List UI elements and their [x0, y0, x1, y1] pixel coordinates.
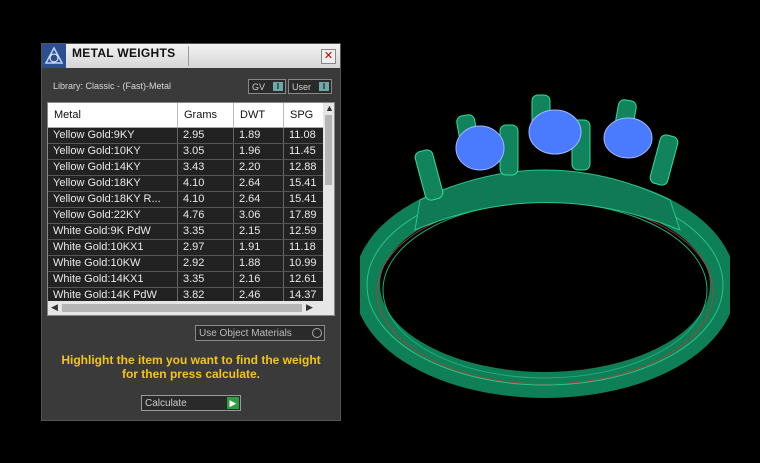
cell-grams: 3.35: [178, 224, 234, 239]
calculate-button[interactable]: Calculate ▶: [141, 395, 241, 411]
library-label: Library: Classic - (Fast)-Metal: [53, 81, 172, 91]
cell-grams: 4.76: [178, 208, 234, 223]
cell-dwt: 2.15: [234, 224, 284, 239]
radio-icon: [312, 328, 322, 338]
table-row[interactable]: Yellow Gold:18KY R... 4.10 2.64 15.41: [48, 192, 324, 208]
cell-spg: 15.41: [284, 192, 324, 207]
cell-spg: 17.89: [284, 208, 324, 223]
cell-grams: 3.43: [178, 160, 234, 175]
table-row[interactable]: White Gold:14KX1 3.35 2.16 12.61: [48, 272, 324, 288]
use-object-materials-toggle[interactable]: Use Object Materials: [195, 325, 325, 341]
cell-spg: 15.41: [284, 176, 324, 191]
cell-grams: 2.97: [178, 240, 234, 255]
cell-metal: Yellow Gold:14KY: [48, 160, 178, 175]
metal-weights-logo-icon: [42, 44, 66, 68]
cell-metal: Yellow Gold:18KY: [48, 176, 178, 191]
gv-toggle[interactable]: GV I: [248, 79, 286, 94]
table-row[interactable]: Yellow Gold:22KY 4.76 3.06 17.89: [48, 208, 324, 224]
cell-metal: White Gold:9K PdW: [48, 224, 178, 239]
cell-grams: 3.35: [178, 272, 234, 287]
cell-spg: 12.88: [284, 160, 324, 175]
table-row[interactable]: White Gold:9K PdW 3.35 2.15 12.59: [48, 224, 324, 240]
cell-metal: Yellow Gold:22KY: [48, 208, 178, 223]
title-bar[interactable]: METAL WEIGHTS ✕: [42, 44, 340, 68]
scroll-up-icon[interactable]: ▲: [325, 103, 334, 113]
user-toggle-label: User: [292, 82, 312, 92]
cell-grams: 2.92: [178, 256, 234, 271]
table-body: Yellow Gold:9KY 2.95 1.89 11.08 Yellow Gold:…: [48, 128, 324, 304]
cell-metal: Yellow Gold:10KY: [48, 144, 178, 159]
cell-grams: 4.10: [178, 192, 234, 207]
metal-table[interactable]: Metal Grams DWT SPG Yellow Gold:9KY 2.95 1…: [47, 102, 335, 316]
cell-metal: White Gold:10KW: [48, 256, 178, 271]
cell-spg: 11.08: [284, 128, 324, 143]
vertical-scroll-thumb[interactable]: [325, 115, 332, 185]
scroll-left-icon[interactable]: ◀: [51, 302, 58, 313]
cell-metal: White Gold:14KX1: [48, 272, 178, 287]
column-header-spg[interactable]: SPG: [284, 103, 324, 127]
column-header-dwt[interactable]: DWT: [234, 103, 284, 127]
ring-3d-model[interactable]: [360, 80, 730, 400]
vertical-scrollbar[interactable]: ▲: [323, 103, 334, 301]
table-row[interactable]: Yellow Gold:10KY 3.05 1.96 11.45: [48, 144, 324, 160]
cell-dwt: 2.16: [234, 272, 284, 287]
user-toggle[interactable]: User I: [288, 79, 332, 94]
cell-grams: 4.10: [178, 176, 234, 191]
user-toggle-knob: I: [319, 82, 329, 91]
cell-dwt: 3.06: [234, 208, 284, 223]
table-row[interactable]: White Gold:10KW 2.92 1.88 10.99: [48, 256, 324, 272]
table-row[interactable]: White Gold:10KX1 2.97 1.91 11.18: [48, 240, 324, 256]
cell-dwt: 1.91: [234, 240, 284, 255]
cell-dwt: 1.88: [234, 256, 284, 271]
cell-metal: Yellow Gold:9KY: [48, 128, 178, 143]
cell-dwt: 2.20: [234, 160, 284, 175]
calculate-label: Calculate: [145, 398, 187, 409]
table-header: Metal Grams DWT SPG: [48, 103, 324, 128]
ring-setting-base: [414, 169, 681, 231]
title-divider: [188, 46, 189, 66]
cell-metal: Yellow Gold:18KY R...: [48, 192, 178, 207]
cell-grams: 3.05: [178, 144, 234, 159]
use-object-materials-label: Use Object Materials: [199, 328, 292, 339]
gv-toggle-label: GV: [252, 82, 266, 92]
cell-dwt: 2.64: [234, 192, 284, 207]
cell-spg: 11.45: [284, 144, 324, 159]
gemstone: [455, 109, 653, 171]
cell-dwt: 1.96: [234, 144, 284, 159]
cell-metal: White Gold:10KX1: [48, 240, 178, 255]
column-header-metal[interactable]: Metal: [48, 103, 178, 127]
cell-spg: 10.99: [284, 256, 324, 271]
table-row[interactable]: Yellow Gold:18KY 4.10 2.64 15.41: [48, 176, 324, 192]
table-row[interactable]: Yellow Gold:9KY 2.95 1.89 11.08: [48, 128, 324, 144]
cell-grams: 2.95: [178, 128, 234, 143]
play-icon: ▶: [227, 397, 239, 409]
cell-spg: 12.59: [284, 224, 324, 239]
close-icon[interactable]: ✕: [321, 49, 336, 64]
cell-dwt: 2.64: [234, 176, 284, 191]
panel-title: METAL WEIGHTS: [72, 46, 176, 60]
cell-dwt: 1.89: [234, 128, 284, 143]
horizontal-scroll-thumb[interactable]: [62, 304, 302, 312]
instruction-text: Highlight the item you want to find the …: [61, 353, 321, 381]
table-row[interactable]: Yellow Gold:14KY 3.43 2.20 12.88: [48, 160, 324, 176]
cell-spg: 11.18: [284, 240, 324, 255]
column-header-grams[interactable]: Grams: [178, 103, 234, 127]
horizontal-scrollbar[interactable]: ◀ ▶: [48, 301, 334, 315]
cell-spg: 12.61: [284, 272, 324, 287]
metal-weights-panel: METAL WEIGHTS ✕ Library: Classic - (Fast…: [41, 43, 341, 421]
scroll-right-icon[interactable]: ▶: [306, 302, 313, 313]
gv-toggle-knob: I: [273, 82, 283, 91]
